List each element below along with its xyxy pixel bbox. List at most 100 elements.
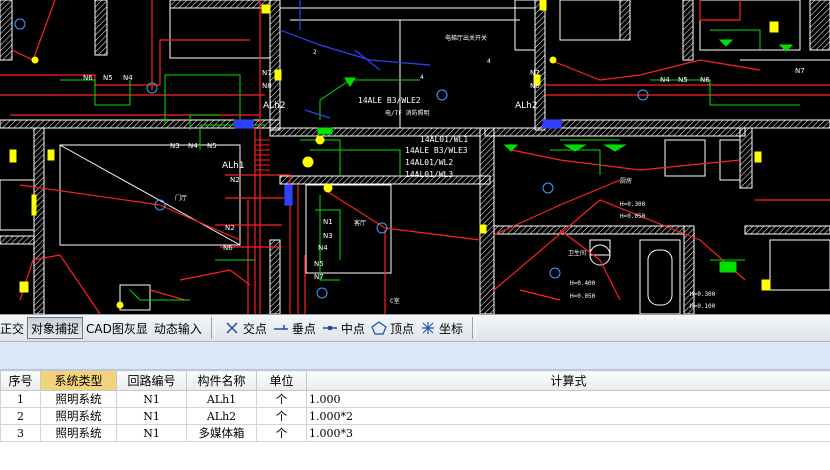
cell-name[interactable]: 多媒体箱 xyxy=(186,424,257,442)
column-header-no[interactable]: 序号 xyxy=(0,370,41,391)
wire-tag: N2 xyxy=(225,224,235,232)
table-row[interactable]: 3 照明系统 N1 多媒体箱 个 1.000*3 xyxy=(0,424,830,442)
room-label: 厨房 xyxy=(620,177,632,185)
wire-tag: N5 xyxy=(207,142,217,150)
circuit-label: 14AL01/WL1 xyxy=(420,135,468,144)
wire-tag: N4 xyxy=(318,244,328,252)
column-header-circuit[interactable]: 回路编号 xyxy=(116,370,187,391)
panel-label: ALh2 xyxy=(515,101,538,111)
wire-tag: N2 xyxy=(230,176,240,184)
toolbar-separator xyxy=(471,317,476,339)
dynamic-input-toggle[interactable]: 动态输入 xyxy=(151,317,205,339)
cad-drawing-canvas[interactable]: 14ALE B3/WLE2 14AL01/WL1 14ALE B3/WLE3 1… xyxy=(0,0,830,314)
column-header-unit[interactable]: 单位 xyxy=(256,370,307,391)
wire-tag: N4 xyxy=(123,74,133,82)
panel-label: ALh2 xyxy=(263,101,286,111)
cell-formula[interactable]: 1.000 xyxy=(306,390,830,408)
coordinate-icon xyxy=(420,321,436,335)
table-row[interactable]: 2 照明系统 N1 ALh2 个 1.000*2 xyxy=(0,407,830,425)
wire-tag: N3 xyxy=(323,232,333,240)
circuit-label: 14ALE B3/WLE3 xyxy=(405,146,468,155)
wire-tag: N7 xyxy=(262,69,272,77)
height-label: H=0.050 xyxy=(620,213,646,220)
cell-circuit[interactable]: N1 xyxy=(116,424,187,442)
cell-circuit[interactable]: N1 xyxy=(116,390,187,408)
cell-system[interactable]: 照明系统 xyxy=(40,424,117,442)
cell-no[interactable]: 1 xyxy=(0,390,41,408)
vertex-label: 顶点 xyxy=(389,321,414,336)
toolbar-separator xyxy=(210,317,215,339)
panel-label: ALh1 xyxy=(222,161,245,171)
circuit-label: 14AL01/WL3 xyxy=(405,170,453,179)
wire-tag: N5 xyxy=(314,260,324,268)
wire-tag: N4 xyxy=(660,76,670,84)
room-label: 客厅 xyxy=(354,219,366,227)
cad-drawing[interactable]: 14ALE B3/WLE2 14AL01/WL1 14ALE B3/WLE3 1… xyxy=(0,0,830,314)
coordinate-snap[interactable]: 坐标 xyxy=(417,317,466,339)
cell-no[interactable]: 3 xyxy=(0,424,41,442)
intersection-icon xyxy=(224,321,240,335)
wire-tag: N7 xyxy=(530,69,540,77)
cell-formula[interactable]: 1.000*2 xyxy=(306,407,830,425)
wire-tag: N6 xyxy=(83,74,93,82)
wire-tag: N8 xyxy=(530,82,540,90)
cell-name[interactable]: ALh1 xyxy=(186,390,257,408)
ortho-toggle[interactable]: 正交 xyxy=(0,317,27,339)
height-label: H=0.100 xyxy=(690,303,716,310)
object-snap-label: 对象捕捉 xyxy=(31,321,80,336)
panel-header-strip xyxy=(0,342,830,370)
perpendicular-snap[interactable]: 垂点 xyxy=(270,317,319,339)
midpoint-icon xyxy=(322,321,338,335)
coordinate-label: 坐标 xyxy=(438,321,463,336)
object-snap-toggle[interactable]: 对象捕捉 xyxy=(27,317,84,339)
cell-unit[interactable]: 个 xyxy=(256,390,307,408)
cell-system[interactable]: 照明系统 xyxy=(40,390,117,408)
wire-tag: N5 xyxy=(678,76,688,84)
column-header-formula[interactable]: 计算式 xyxy=(306,370,830,391)
green-lamps xyxy=(317,39,794,273)
wire-tag: N7 xyxy=(314,273,324,281)
cad-note: 电梯厅出关开关 xyxy=(445,34,487,42)
cell-circuit[interactable]: N1 xyxy=(116,407,187,425)
wire-tag: N6 xyxy=(223,244,233,252)
room-label: 门厅 xyxy=(175,194,187,202)
perpendicular-icon xyxy=(273,321,289,335)
circuit-label: 14ALE B3/WLE2 xyxy=(358,96,421,105)
perpendicular-label: 垂点 xyxy=(291,321,316,336)
ortho-label: 正交 xyxy=(0,321,25,336)
height-label: H=0.050 xyxy=(570,293,596,300)
cell-no[interactable]: 2 xyxy=(0,407,41,425)
column-header-name[interactable]: 构件名称 xyxy=(186,370,257,391)
wire-tag: N7 xyxy=(795,67,805,75)
result-grid: 序号 系统类型 回路编号 构件名称 单位 计算式 1 照明系统 N1 ALh1 … xyxy=(0,370,830,442)
table-row[interactable]: 1 照明系统 N1 ALh1 个 1.000 xyxy=(0,390,830,408)
cad-note: 电/TF 消防照明 xyxy=(385,109,429,117)
cell-unit[interactable]: 个 xyxy=(256,424,307,442)
height-label: H=0.400 xyxy=(570,280,596,287)
cell-formula[interactable]: 1.000*3 xyxy=(306,424,830,442)
height-label: H=0.300 xyxy=(690,291,716,298)
column-header-system[interactable]: 系统类型 xyxy=(40,370,117,391)
wire-tag: N1 xyxy=(323,218,333,226)
cad-number: 2 xyxy=(313,49,317,56)
vertex-icon xyxy=(371,321,387,335)
cell-name[interactable]: ALh2 xyxy=(186,407,257,425)
midpoint-label: 中点 xyxy=(340,321,365,336)
quantity-table: 序号 系统类型 回路编号 构件名称 单位 计算式 1 照明系统 N1 ALh1 … xyxy=(0,370,830,470)
wire-tag: N8 xyxy=(262,82,272,90)
dynamic-input-label: 动态输入 xyxy=(153,321,202,336)
snap-toolbar: 正交 对象捕捉 CAD图灰显 动态输入 交点 垂点 中点 顶点 坐标 xyxy=(0,314,830,342)
wire-tag: N4 xyxy=(188,142,198,150)
cad-gray-toggle[interactable]: CAD图灰显 xyxy=(83,317,151,339)
cell-unit[interactable]: 个 xyxy=(256,407,307,425)
cell-system[interactable]: 照明系统 xyxy=(40,407,117,425)
vertex-snap[interactable]: 顶点 xyxy=(368,317,417,339)
wire-tag: N3 xyxy=(170,142,180,150)
height-label: H=0.300 xyxy=(620,201,646,208)
intersection-snap[interactable]: 交点 xyxy=(221,317,270,339)
midpoint-snap[interactable]: 中点 xyxy=(319,317,368,339)
wire-tag: N6 xyxy=(700,76,710,84)
light-fixtures xyxy=(9,0,779,309)
room-label: C室 xyxy=(390,297,400,305)
ladder-symbol xyxy=(255,139,270,171)
